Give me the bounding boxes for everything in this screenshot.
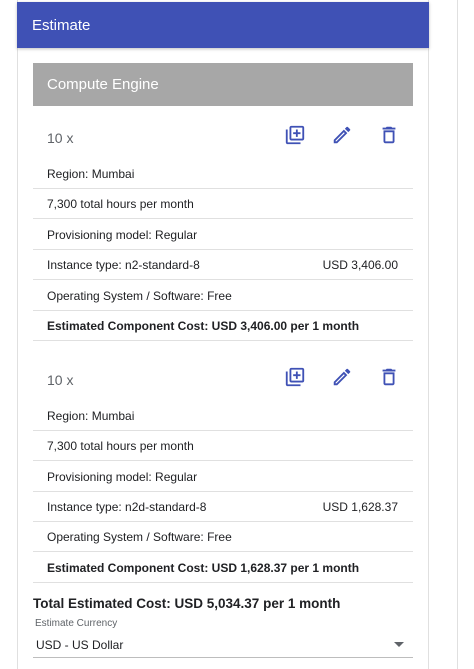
item-provisioning-text: Provisioning model: Regular (47, 228, 198, 242)
item-quantity: 10 x (47, 130, 74, 146)
item-component-cost: Estimated Component Cost: USD 1,628.37 p… (33, 553, 413, 583)
currency-label: Estimate Currency (35, 618, 118, 629)
item-instance-type-text: Instance type: n2d-standard-8 (47, 500, 207, 514)
item-component-cost-text: Estimated Component Cost: USD 3,406.00 p… (47, 319, 360, 333)
item-provisioning-text: Provisioning model: Regular (47, 470, 198, 484)
item-os: Operating System / Software: Free (33, 522, 413, 552)
estimate-title: Estimate (32, 17, 91, 34)
item-hours: 7,300 total hours per month (33, 189, 413, 219)
item-instance-type-text: Instance type: n2-standard-8 (47, 258, 200, 272)
item-hours-text: 7,300 total hours per month (47, 197, 194, 211)
delete-icon[interactable] (376, 364, 402, 390)
item-instance-type: Instance type: n2d-standard-8 USD 1,628.… (33, 492, 413, 522)
duplicate-icon[interactable] (282, 122, 308, 148)
currency-value: USD - US Dollar (36, 638, 124, 652)
item-component-cost: Estimated Component Cost: USD 3,406.00 p… (33, 311, 413, 341)
delete-icon[interactable] (376, 122, 402, 148)
estimate-item-header: 10 x (33, 360, 413, 404)
item-os: Operating System / Software: Free (33, 281, 413, 311)
item-provisioning: Provisioning model: Regular (33, 462, 413, 492)
item-hours: 7,300 total hours per month (33, 431, 413, 461)
panel-divider (457, 0, 458, 669)
item-region: Region: Mumbai (33, 401, 413, 431)
estimate-item-header: 10 x (33, 118, 413, 162)
duplicate-icon[interactable] (282, 364, 308, 390)
item-instance-type: Instance type: n2-standard-8 USD 3,406.0… (33, 250, 413, 280)
section-title: Compute Engine (47, 76, 159, 93)
item-instance-price: USD 1,628.37 (322, 500, 398, 514)
item-provisioning: Provisioning model: Regular (33, 220, 413, 250)
item-region-text: Region: Mumbai (47, 409, 135, 423)
total-estimated-cost: Total Estimated Cost: USD 5,034.37 per 1… (33, 596, 341, 611)
item-quantity: 10 x (47, 372, 74, 388)
edit-icon[interactable] (329, 364, 355, 390)
item-os-text: Operating System / Software: Free (47, 289, 232, 303)
item-region-text: Region: Mumbai (47, 167, 135, 181)
compute-engine-section: Compute Engine (33, 63, 413, 106)
item-instance-price: USD 3,406.00 (322, 258, 398, 272)
item-region: Region: Mumbai (33, 159, 413, 189)
edit-icon[interactable] (329, 122, 355, 148)
dropdown-arrow-icon (394, 642, 404, 647)
item-os-text: Operating System / Software: Free (47, 530, 232, 544)
item-hours-text: 7,300 total hours per month (47, 439, 194, 453)
currency-select[interactable]: USD - US Dollar (33, 632, 413, 658)
estimate-header: Estimate (17, 2, 429, 48)
item-component-cost-text: Estimated Component Cost: USD 1,628.37 p… (47, 561, 360, 575)
